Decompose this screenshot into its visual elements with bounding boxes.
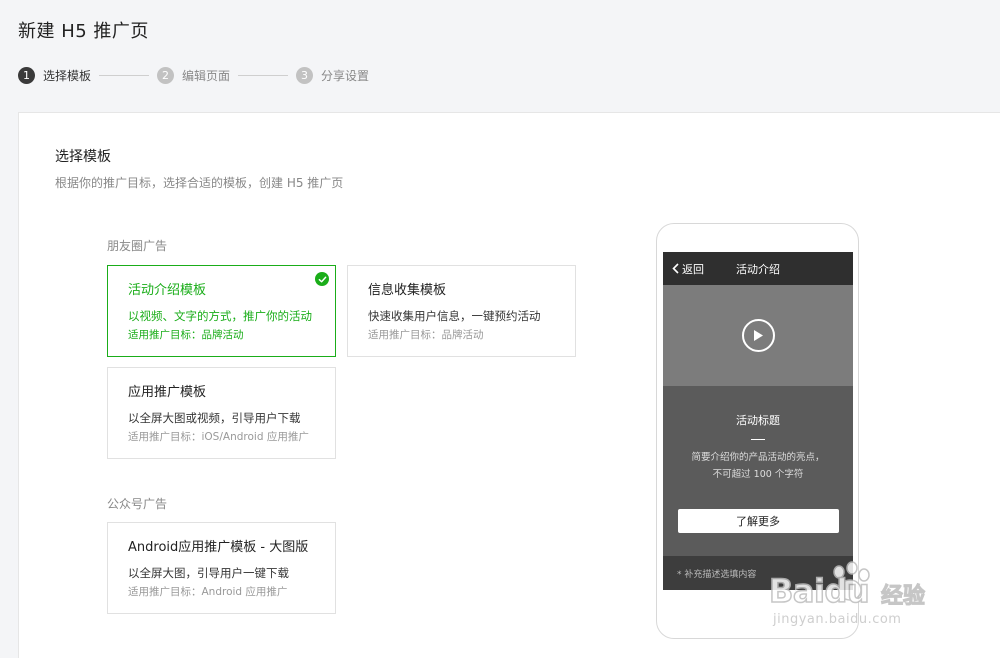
step-select-template: 1 选择模板 (18, 66, 92, 84)
step-share-settings: 3 分享设置 (296, 66, 370, 84)
step-number: 2 (157, 66, 175, 84)
back-label: 返回 (682, 262, 704, 276)
card-title: 应用推广模板 (128, 385, 207, 400)
group-label-official-account: 公众号广告 (107, 497, 168, 511)
preview-video (663, 285, 853, 386)
preview-nav-title: 活动介绍 (736, 262, 780, 276)
card-description: 以视频、文字的方式，推广你的活动 (128, 309, 312, 323)
preview-desc-line: 简要介绍你的产品活动的亮点， (691, 452, 825, 463)
card-description: 以全屏大图或视频，引导用户下载 (128, 411, 301, 425)
card-description: 以全屏大图，引导用户一键下载 (128, 566, 289, 580)
step-edit-page: 2 编辑页面 (157, 66, 231, 84)
step-number: 3 (296, 66, 314, 84)
watermark-brand: Baidu (768, 571, 870, 611)
chevron-left-icon (672, 263, 679, 274)
step-number: 1 (18, 66, 35, 84)
baidu-jingyan-watermark: Baidu 经验 jingyan.baidu.com (745, 560, 975, 636)
card-title: 活动介绍模板 (128, 283, 207, 298)
step-label: 分享设置 (321, 68, 370, 83)
page-title: 新建 H5 推广页 (18, 21, 149, 42)
template-card-android-bigimage[interactable]: Android应用推广模板 - 大图版 以全屏大图，引导用户一键下载 适用推广目… (107, 522, 336, 614)
section-description: 根据你的推广目标，选择合适的模板，创建 H5 推广页 (55, 176, 344, 190)
preview-learn-more-button: 了解更多 (677, 509, 839, 533)
card-meta: 适用推广目标：品牌活动 (128, 329, 244, 341)
preview-activity-title: 活动标题 (736, 414, 780, 427)
card-meta: 适用推广目标：iOS/Android 应用推广 (128, 431, 309, 443)
template-card-info-collect[interactable]: 信息收集模板 快速收集用户信息，一键预约活动 适用推广目标：品牌活动 (347, 265, 576, 357)
card-title: 信息收集模板 (368, 283, 447, 298)
card-meta: 适用推广目标：品牌活动 (368, 329, 484, 341)
preview-desc-line: 不可超过 100 个字符 (712, 469, 804, 480)
card-title: Android应用推广模板 - 大图版 (128, 540, 309, 555)
preview-description: 简要介绍你的产品活动的亮点， 不可超过 100 个字符 (663, 449, 853, 483)
card-description: 快速收集用户信息，一键预约活动 (368, 309, 541, 323)
preview-back-button: 返回 (672, 252, 704, 285)
step-label: 编辑页面 (182, 68, 231, 83)
template-card-activity[interactable]: 活动介绍模板 以视频、文字的方式，推广你的活动 适用推广目标：品牌活动 (107, 265, 336, 357)
step-connector (99, 74, 150, 76)
group-label-moments: 朋友圈广告 (107, 239, 168, 253)
template-card-app-promo[interactable]: 应用推广模板 以全屏大图或视频，引导用户下载 适用推广目标：iOS/Androi… (107, 367, 336, 459)
card-meta: 适用推广目标：Android 应用推广 (128, 586, 288, 598)
step-indicator: 1 选择模板 2 编辑页面 3 分享设置 (18, 66, 369, 84)
preview-screen: 返回 活动介绍 活动标题 简要介绍你的产品活动的亮点， 不可超过 100 个字符… (663, 252, 853, 590)
check-icon (315, 272, 329, 286)
step-connector (238, 74, 289, 76)
preview-divider (751, 439, 765, 440)
section-title: 选择模板 (55, 149, 111, 165)
preview-content: 活动标题 简要介绍你的产品活动的亮点， 不可超过 100 个字符 了解更多 (663, 386, 853, 556)
watermark-cn: 经验 (880, 584, 926, 610)
step-label: 选择模板 (43, 68, 92, 83)
preview-nav-bar: 返回 活动介绍 (663, 252, 853, 285)
watermark-url: jingyan.baidu.com (773, 612, 902, 627)
play-icon (741, 319, 775, 352)
